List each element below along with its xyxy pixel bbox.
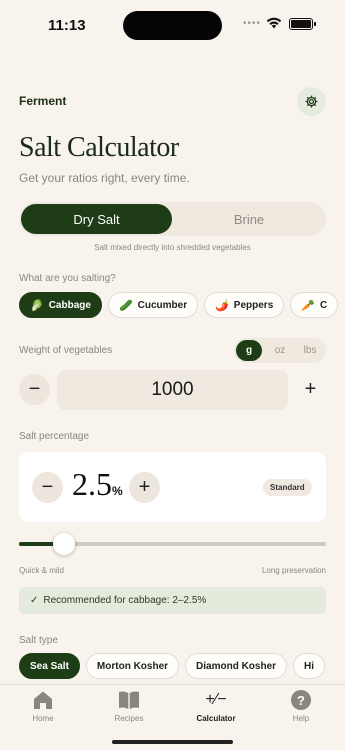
check-icon: ✓ — [30, 595, 39, 606]
tab-label: Recipes — [114, 714, 144, 723]
battery-icon — [289, 18, 316, 30]
weight-input[interactable]: 1000 — [57, 370, 288, 410]
vegetable-chip-carrot[interactable]: 🥕 C — [290, 292, 339, 318]
unit-selector: g oz lbs — [234, 338, 326, 363]
cabbage-icon: 🥬 — [30, 299, 44, 312]
slider-max-label: Long preservation — [261, 566, 326, 575]
tab-calculator[interactable]: +∕− Calculator — [186, 690, 246, 723]
calculator-icon: +∕− — [205, 691, 227, 708]
unit-oz-button[interactable]: oz — [267, 340, 293, 361]
salt-percentage-slider[interactable] — [19, 533, 326, 555]
status-bar: 11:13 •••• — [0, 0, 345, 52]
cucumber-icon: 🥒 — [118, 299, 133, 312]
tab-label: Home — [32, 714, 54, 723]
mode-dry-salt-button[interactable]: Dry Salt — [21, 204, 172, 234]
percentage-decrement-button[interactable]: − — [32, 472, 63, 503]
recommendation-banner: ✓ Recommended for cabbage: 2–2.5% — [19, 587, 326, 614]
settings-button[interactable] — [297, 87, 326, 116]
help-icon: ? — [291, 690, 311, 710]
unit-g-button[interactable]: g — [236, 340, 262, 361]
status-time: 11:13 — [48, 17, 86, 34]
vegetable-chip-label: Peppers — [233, 299, 274, 311]
percentage-unit: % — [112, 484, 123, 498]
mode-help-text: Salt mixed directly into shredded vegeta… — [94, 243, 251, 252]
weight-stepper: − 1000 + — [19, 370, 326, 410]
unit-lbs-button[interactable]: lbs — [297, 340, 323, 361]
slider-thumb[interactable] — [52, 533, 75, 555]
salt-percentage-label: Salt percentage — [19, 431, 90, 442]
pepper-icon: 🌶️ — [215, 299, 229, 312]
tab-label: Calculator — [196, 714, 236, 723]
percentage-number: 2.5 — [72, 466, 112, 502]
salt-type-chip-diamond-kosher[interactable]: Diamond Kosher — [185, 653, 288, 679]
vegetable-chip-peppers[interactable]: 🌶️ Peppers — [204, 292, 285, 318]
percentage-value: 2.5% — [72, 466, 123, 503]
tab-recipes[interactable]: Recipes — [99, 690, 159, 723]
vegetables-label: What are you salting? — [19, 273, 116, 284]
salt-type-chip-row: Sea Salt Morton Kosher Diamond Kosher Hi — [19, 653, 345, 680]
mode-toggle: Dry Salt Brine — [19, 202, 326, 236]
vegetable-chip-label: Cabbage — [48, 299, 91, 311]
salt-percentage-card: − 2.5% + Standard — [19, 452, 326, 522]
salt-type-label: Salt type — [19, 635, 58, 646]
slider-min-label: Quick & mild — [19, 566, 64, 575]
vegetable-chip-cabbage[interactable]: 🥬 Cabbage — [19, 292, 102, 318]
dynamic-island — [123, 11, 222, 40]
weight-decrement-button[interactable]: − — [19, 374, 50, 405]
vegetable-chip-label: C — [319, 299, 328, 311]
vegetable-chip-label: Cucumber — [137, 299, 188, 311]
status-badge: Standard — [263, 479, 312, 496]
vegetable-chip-row: 🥬 Cabbage 🥒 Cucumber 🌶️ Peppers 🥕 C — [19, 292, 345, 319]
page-subtitle: Get your ratios right, every time. — [19, 171, 190, 185]
app-name: Ferment — [19, 94, 67, 108]
tab-help[interactable]: ? Help — [271, 690, 331, 723]
home-indicator — [112, 740, 233, 744]
salt-type-chip-morton-kosher[interactable]: Morton Kosher — [85, 653, 180, 679]
gear-icon — [305, 95, 318, 108]
weight-label: Weight of vegetables — [19, 345, 113, 356]
wifi-icon — [266, 17, 282, 29]
home-icon — [34, 691, 52, 709]
recommendation-text: Recommended for cabbage: 2–2.5% — [43, 595, 207, 606]
tab-label: Help — [292, 714, 310, 723]
page-title: Salt Calculator — [19, 132, 179, 163]
vegetable-chip-cucumber[interactable]: 🥒 Cucumber — [107, 292, 199, 318]
salt-type-chip-himalayan[interactable]: Hi — [293, 653, 326, 679]
signal-dots-icon: •••• — [243, 18, 262, 29]
carrot-icon: 🥕 — [301, 299, 315, 312]
book-icon — [119, 691, 139, 709]
percentage-increment-button[interactable]: + — [129, 472, 160, 503]
tab-home[interactable]: Home — [13, 690, 73, 723]
weight-increment-button[interactable]: + — [295, 374, 326, 405]
mode-brine-button[interactable]: Brine — [174, 204, 324, 234]
salt-type-chip-sea-salt[interactable]: Sea Salt — [19, 653, 80, 679]
